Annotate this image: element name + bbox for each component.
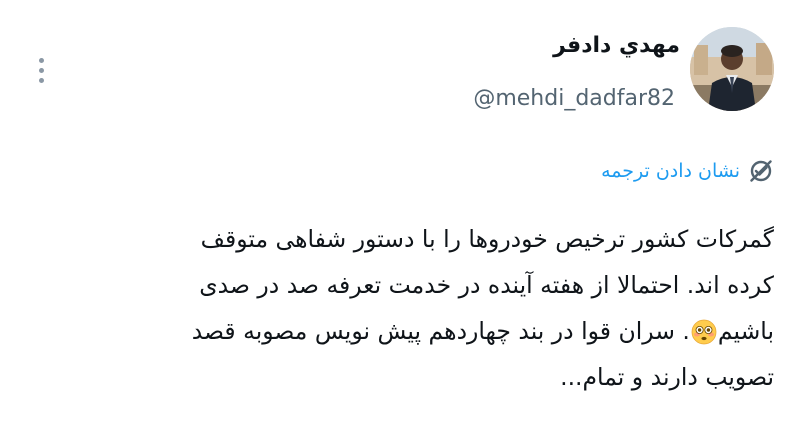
- show-translation-label: نشان دادن ترجمه: [601, 160, 740, 182]
- tweet-line: تصویب دارند و تمام...: [560, 363, 774, 391]
- tweet-card: مهدي دادفر @mehdi_dadfar82 نشان دادن ترج…: [0, 0, 800, 421]
- translate-icon: [750, 160, 772, 182]
- tweet-line-3-end: سران قوا در بند چهاردهم پیش نویس مصوبه ق…: [191, 317, 675, 345]
- tweet-line-3: باشیم. سران قوا در بند چهاردهم پیش نویس …: [40, 308, 774, 354]
- flushed-face-emoji-icon: [691, 319, 717, 345]
- more-options-button[interactable]: [26, 50, 56, 90]
- avatar-photo-icon: [690, 27, 774, 111]
- avatar[interactable]: [690, 27, 774, 111]
- tweet-line: کرده اند. احتمالا از هفته آینده در خدمت …: [199, 271, 774, 299]
- tweet-text: گمرکات کشور ترخیص خودروها را با دستور شف…: [40, 216, 774, 400]
- tweet-line: گمرکات کشور ترخیص خودروها را با دستور شف…: [200, 225, 774, 253]
- author-display-name[interactable]: مهدي دادفر: [553, 33, 680, 58]
- tweet-line-3-separator: .: [682, 317, 690, 345]
- tweet-line-3-start: باشیم: [717, 317, 774, 345]
- more-dot: [38, 57, 44, 63]
- show-translation-link[interactable]: نشان دادن ترجمه: [601, 158, 774, 184]
- author-handle[interactable]: @mehdi_dadfar82: [473, 86, 675, 111]
- more-dot: [38, 77, 44, 83]
- more-dot: [38, 67, 44, 73]
